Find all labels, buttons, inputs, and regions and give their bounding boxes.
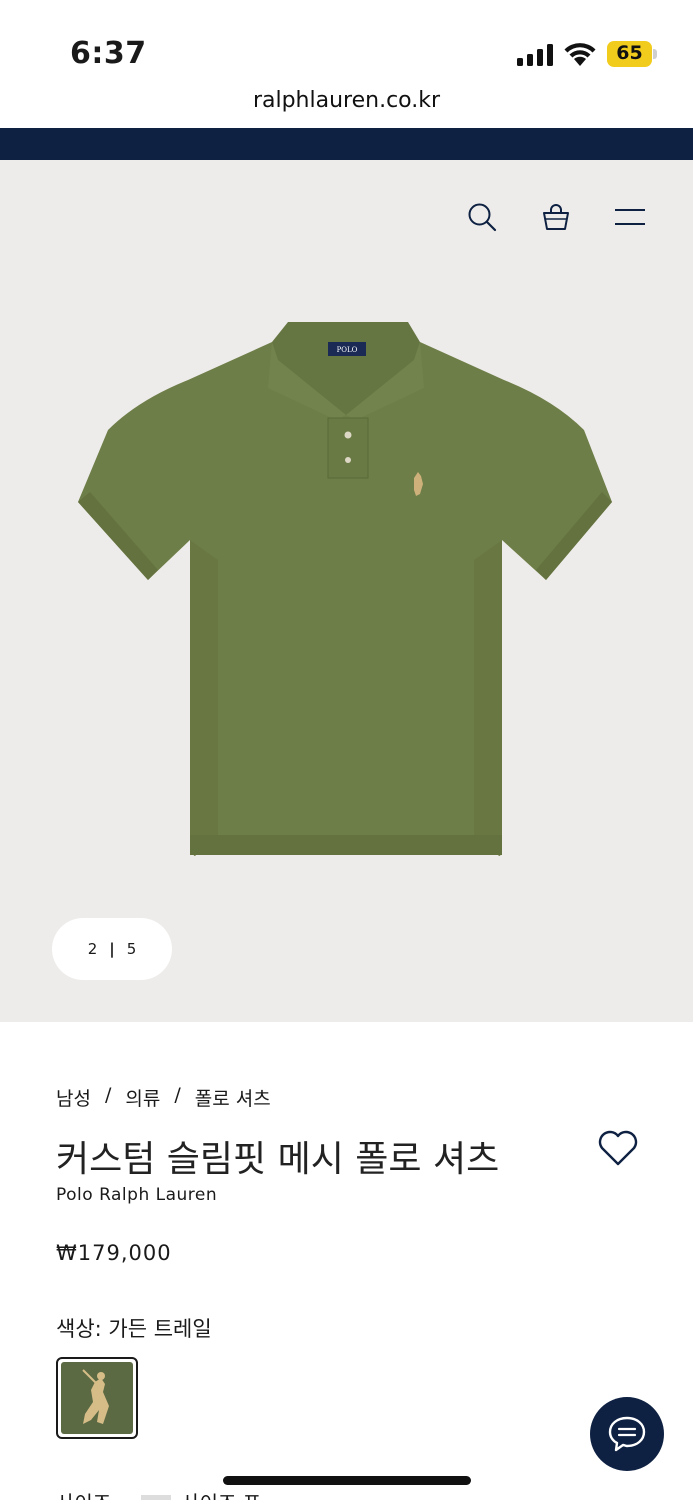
status-bar: 6:37 65	[0, 0, 693, 90]
chat-button[interactable]	[590, 1397, 664, 1471]
search-icon[interactable]	[465, 200, 499, 234]
color-swatch-garden-trail[interactable]	[56, 1357, 138, 1439]
size-guide-link[interactable]: 사이즈 표	[181, 1487, 261, 1500]
pager-separator: |	[109, 940, 115, 958]
cellular-signal-icon	[517, 44, 553, 66]
shopping-bag-icon[interactable]	[539, 200, 573, 234]
breadcrumb-separator: /	[104, 1084, 112, 1106]
menu-icon[interactable]	[613, 200, 647, 234]
battery-level: 65	[616, 42, 643, 64]
size-row: 사이즈 사이즈 표	[56, 1487, 261, 1500]
breadcrumb-item-men[interactable]: 남성	[56, 1084, 91, 1111]
wifi-icon	[564, 43, 596, 66]
product-gallery[interactable]: POLO 2 | 5	[0, 160, 693, 1022]
breadcrumb-separator: /	[174, 1084, 181, 1106]
status-time: 6:37	[70, 36, 147, 71]
size-label: 사이즈	[56, 1487, 111, 1500]
pager-current: 2	[87, 940, 98, 958]
color-label: 색상: 가든 트레일	[56, 1317, 212, 1341]
product-price: ₩179,000	[56, 1241, 172, 1265]
pony-logo-icon	[82, 1369, 109, 1424]
header-nav	[425, 200, 647, 234]
browser-url[interactable]: ralphlauren.co.kr	[0, 88, 693, 113]
breadcrumb: 남성 / 의류 / 폴로 셔츠	[56, 1084, 285, 1111]
product-title: 커스텀 슬림핏 메시 폴로 셔츠	[56, 1139, 500, 1180]
pager-total: 5	[126, 940, 137, 958]
svg-text:POLO: POLO	[337, 346, 358, 354]
promo-banner[interactable]	[0, 128, 693, 160]
breadcrumb-item-clothing[interactable]: 의류	[125, 1084, 160, 1111]
product-brand[interactable]: Polo Ralph Lauren	[56, 1185, 217, 1205]
chat-icon	[608, 1416, 646, 1452]
home-indicator	[223, 1476, 471, 1485]
heart-icon[interactable]	[597, 1128, 639, 1168]
breadcrumb-item-polo-shirts[interactable]: 폴로 셔츠	[195, 1084, 271, 1111]
ruler-icon	[141, 1494, 172, 1500]
gallery-pager: 2 | 5	[52, 918, 172, 980]
product-image: POLO	[78, 322, 612, 856]
battery-indicator: 65	[607, 41, 657, 67]
